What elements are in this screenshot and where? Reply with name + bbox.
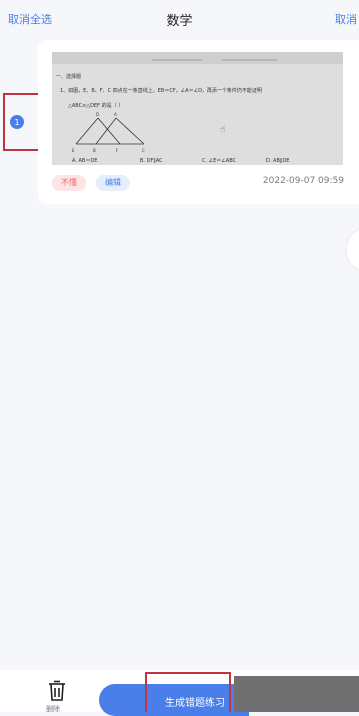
svg-text:A: A xyxy=(114,112,117,117)
overlay-block xyxy=(234,676,359,712)
thumb-question: 1、如图，E、B、F、C 四点在一条直线上，EB＝CF，∠A＝∠D，再添一个条件… xyxy=(60,87,262,94)
item-timestamp: 2022-09-07 09:59 xyxy=(262,176,344,186)
svg-text:D: D xyxy=(96,112,99,117)
not-understood-tag[interactable]: 不懂 xyxy=(52,175,86,191)
thumb-option-d: D. AB∥DE xyxy=(266,158,289,164)
item-select-checkbox[interactable]: 1 xyxy=(10,115,24,129)
thumb-option-b: B. DF∥AC xyxy=(140,158,163,164)
mistake-card[interactable]: 一、选择题 1、如图，E、B、F、C 四点在一条直线上，EB＝CF，∠A＝∠D，… xyxy=(38,40,359,204)
edit-tag-button[interactable]: 编辑 xyxy=(96,175,130,191)
question-thumbnail[interactable]: 一、选择题 1、如图，E、B、F、C 四点在一条直线上，EB＝CF，∠A＝∠D，… xyxy=(52,52,343,165)
delete-button[interactable]: 删除 xyxy=(43,680,71,713)
thumb-option-c: C. ∠E＝∠ABC xyxy=(202,158,237,164)
thumb-question-line2: △ABC≌△DEF 的是（ ） xyxy=(68,102,123,109)
item-index: 1 xyxy=(14,117,20,127)
delete-label: 删除 xyxy=(46,705,60,713)
side-drawer-handle[interactable] xyxy=(347,228,359,272)
svg-text:C: C xyxy=(142,148,145,153)
svg-text:B: B xyxy=(93,148,96,153)
selection-highlight-frame: 1 xyxy=(3,93,41,151)
thumb-section: 一、选择题 xyxy=(56,73,81,80)
svg-text:☝: ☝ xyxy=(220,125,225,135)
cancel-button[interactable]: 取消 xyxy=(327,11,359,27)
thumb-option-a: A. AB＝DE xyxy=(72,158,97,164)
trash-icon xyxy=(49,680,65,701)
cancel-select-all-button[interactable]: 取消全选 xyxy=(0,11,60,27)
generate-highlight-frame xyxy=(145,672,231,712)
question-photo: 一、选择题 1、如图，E、B、F、C 四点在一条直线上，EB＝CF，∠A＝∠D，… xyxy=(52,52,343,165)
top-bar: 取消全选 数学 取消 xyxy=(0,0,359,38)
